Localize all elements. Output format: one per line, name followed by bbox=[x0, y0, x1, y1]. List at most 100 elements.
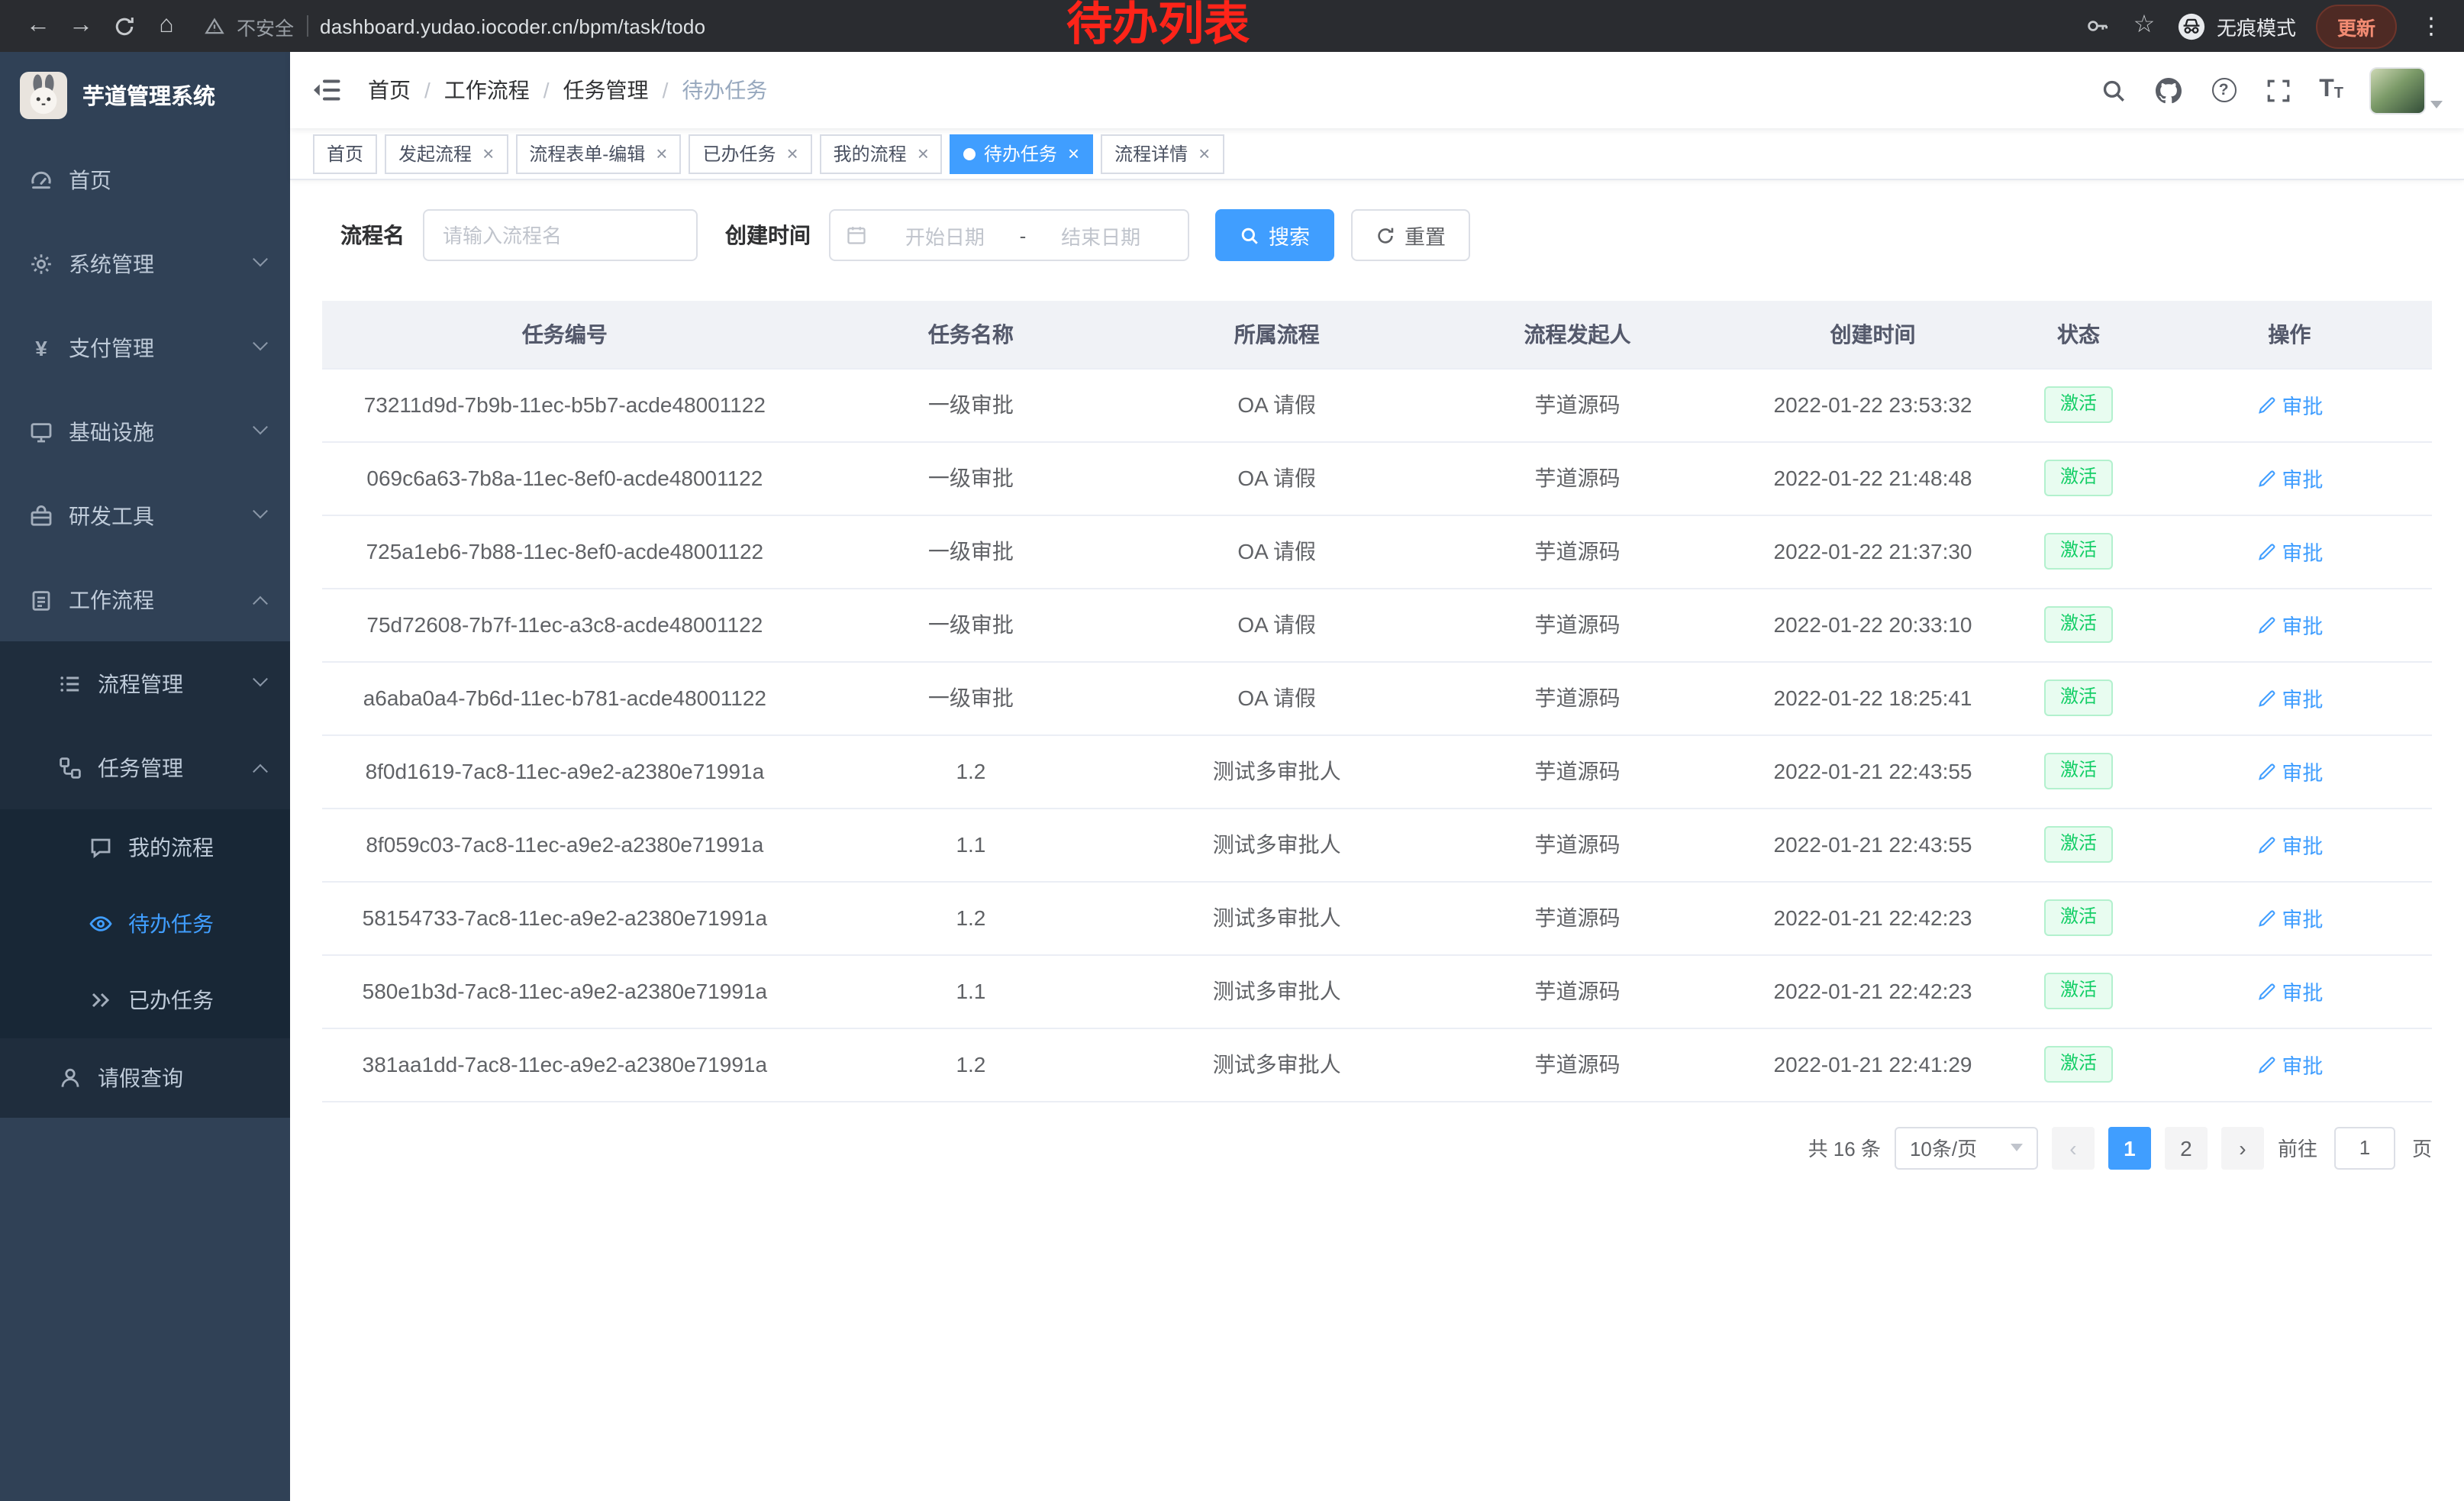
table-row: 580e1b3d-7ac8-11ec-a9e2-a2380e71991a 1.1… bbox=[322, 954, 2432, 1028]
audit-button[interactable]: 审批 bbox=[2256, 976, 2323, 1006]
user-menu[interactable] bbox=[2369, 66, 2443, 114]
audit-button[interactable]: 审批 bbox=[2256, 536, 2323, 567]
goto-page-input[interactable] bbox=[2334, 1126, 2395, 1169]
cell-task-name: 一级审批 bbox=[808, 588, 1134, 661]
sidebar-item-todo-tasks[interactable]: 待办任务 bbox=[0, 886, 290, 962]
security-label: 不安全 bbox=[237, 11, 294, 40]
audit-button[interactable]: 审批 bbox=[2256, 829, 2323, 860]
cell-starter: 芋道源码 bbox=[1419, 1028, 1736, 1101]
forward-icon[interactable]: → bbox=[61, 6, 101, 46]
audit-button[interactable]: 审批 bbox=[2256, 683, 2323, 713]
not-secure-warning-icon bbox=[205, 16, 224, 36]
sidebar-item-process-mgmt[interactable]: 流程管理 bbox=[0, 641, 290, 725]
cell-created: 2022-01-22 23:53:32 bbox=[1736, 368, 2010, 441]
github-icon[interactable] bbox=[2154, 76, 2183, 105]
sidebar-item-devtools[interactable]: 研发工具 bbox=[0, 473, 290, 557]
font-size-icon[interactable]: TT bbox=[2319, 78, 2343, 102]
breadcrumb-task-mgmt[interactable]: 任务管理 bbox=[563, 75, 649, 105]
edit-pencil-icon bbox=[2256, 615, 2275, 634]
help-icon[interactable]: ? bbox=[2209, 76, 2238, 105]
end-date-placeholder: 结束日期 bbox=[1029, 221, 1172, 250]
cell-process: OA 请假 bbox=[1134, 588, 1419, 661]
refresh-icon[interactable] bbox=[104, 6, 144, 46]
close-icon[interactable]: × bbox=[656, 144, 667, 163]
cell-task-id: 725a1eb6-7b88-11ec-8ef0-acde48001122 bbox=[322, 515, 808, 588]
close-icon[interactable]: × bbox=[918, 144, 929, 163]
sidebar-item-infra[interactable]: 基础设施 bbox=[0, 389, 290, 473]
prev-page-button[interactable]: ‹ bbox=[2052, 1126, 2095, 1169]
sidebar-fold-icon[interactable] bbox=[311, 75, 342, 105]
audit-button[interactable]: 审批 bbox=[2256, 463, 2323, 493]
chevron-down-icon bbox=[253, 419, 268, 434]
tab-home[interactable]: 首页 bbox=[313, 134, 377, 173]
date-range-picker[interactable]: 开始日期 - 结束日期 bbox=[829, 209, 1189, 261]
tab-my-process[interactable]: 我的流程× bbox=[820, 134, 943, 173]
cell-process: OA 请假 bbox=[1134, 368, 1419, 441]
cell-status: 激活 bbox=[2010, 954, 2147, 1028]
cell-starter: 芋道源码 bbox=[1419, 954, 1736, 1028]
page-button-2[interactable]: 2 bbox=[2165, 1126, 2208, 1169]
search-button[interactable]: 搜索 bbox=[1215, 209, 1334, 261]
audit-button[interactable]: 审批 bbox=[2256, 389, 2323, 420]
tab-process-detail[interactable]: 流程详情× bbox=[1101, 134, 1224, 173]
reset-button[interactable]: 重置 bbox=[1351, 209, 1470, 261]
back-icon[interactable]: ← bbox=[18, 6, 58, 46]
range-separator: - bbox=[1017, 224, 1030, 247]
breadcrumb-workflow[interactable]: 工作流程 bbox=[444, 75, 530, 105]
chrome-menu-icon[interactable]: ⋮ bbox=[2417, 12, 2446, 40]
close-icon[interactable]: × bbox=[786, 144, 798, 163]
page-button-1[interactable]: 1 bbox=[2108, 1126, 2151, 1169]
cell-actions: 审批 bbox=[2147, 954, 2432, 1028]
calendar-icon bbox=[846, 224, 867, 246]
edit-pencil-icon bbox=[2256, 395, 2275, 415]
cell-actions: 审批 bbox=[2147, 734, 2432, 808]
cell-status: 激活 bbox=[2010, 808, 2147, 881]
sidebar-item-home[interactable]: 首页 bbox=[0, 137, 290, 221]
url-text: dashboard.yudao.iocoder.cn/bpm/task/todo bbox=[320, 15, 705, 37]
process-name-input[interactable] bbox=[423, 209, 698, 261]
sidebar-item-done-tasks[interactable]: 已办任务 bbox=[0, 962, 290, 1038]
bookmark-star-icon[interactable]: ☆ bbox=[2131, 13, 2157, 39]
audit-button[interactable]: 审批 bbox=[2256, 609, 2323, 640]
cell-status: 激活 bbox=[2010, 588, 2147, 661]
close-icon[interactable]: × bbox=[1068, 144, 1079, 163]
chevron-down-icon bbox=[253, 335, 268, 350]
audit-button[interactable]: 审批 bbox=[2256, 756, 2323, 786]
home-icon[interactable]: ⌂ bbox=[147, 6, 186, 46]
audit-button[interactable]: 审批 bbox=[2256, 902, 2323, 933]
filter-form: 流程名 创建时间 开始日期 - 结束日期 搜索 重 bbox=[340, 209, 2432, 261]
search-icon[interactable] bbox=[2099, 76, 2128, 105]
table-row: 8f0d1619-7ac8-11ec-a9e2-a2380e71991a 1.2… bbox=[322, 734, 2432, 808]
app-logo[interactable]: 芋道管理系统 bbox=[0, 52, 290, 137]
fullscreen-icon[interactable] bbox=[2264, 76, 2293, 105]
sidebar-item-my-process[interactable]: 我的流程 bbox=[0, 809, 290, 886]
tab-start-process[interactable]: 发起流程× bbox=[385, 134, 508, 173]
table-row: 8f059c03-7ac8-11ec-a9e2-a2380e71991a 1.1… bbox=[322, 808, 2432, 881]
next-page-button[interactable]: › bbox=[2221, 1126, 2264, 1169]
cell-task-id: 75d72608-7b7f-11ec-a3c8-acde48001122 bbox=[322, 588, 808, 661]
tab-todo-tasks[interactable]: 待办任务× bbox=[950, 134, 1093, 173]
cell-actions: 审批 bbox=[2147, 368, 2432, 441]
start-date-placeholder: 开始日期 bbox=[873, 221, 1017, 250]
tab-done-tasks[interactable]: 已办任务× bbox=[689, 134, 811, 173]
address-bar[interactable]: 不安全 dashboard.yudao.iocoder.cn/bpm/task/… bbox=[205, 11, 705, 40]
cell-actions: 审批 bbox=[2147, 441, 2432, 515]
tab-form-edit[interactable]: 流程表单-编辑× bbox=[515, 134, 681, 173]
breadcrumb-home[interactable]: 首页 bbox=[368, 75, 411, 105]
close-icon[interactable]: × bbox=[1198, 144, 1210, 163]
close-icon[interactable]: × bbox=[482, 144, 494, 163]
page-size-select[interactable]: 10条/页 bbox=[1895, 1126, 2038, 1169]
sidebar-item-task-mgmt[interactable]: 任务管理 bbox=[0, 725, 290, 809]
monitor-icon bbox=[29, 419, 53, 444]
sidebar-item-leave-query[interactable]: 请假查询 bbox=[0, 1038, 290, 1118]
sidebar-item-system[interactable]: 系统管理 bbox=[0, 221, 290, 305]
avatar[interactable] bbox=[2369, 66, 2426, 114]
incognito-badge[interactable]: 无痕模式 bbox=[2177, 11, 2296, 40]
audit-button[interactable]: 审批 bbox=[2256, 1049, 2323, 1080]
sidebar-item-payment[interactable]: ¥ 支付管理 bbox=[0, 305, 290, 389]
update-button[interactable]: 更新 bbox=[2316, 4, 2397, 48]
status-badge: 激活 bbox=[2045, 973, 2112, 1009]
sidebar-item-workflow[interactable]: 工作流程 bbox=[0, 557, 290, 641]
status-badge: 激活 bbox=[2045, 533, 2112, 569]
password-key-icon[interactable] bbox=[2085, 13, 2111, 39]
